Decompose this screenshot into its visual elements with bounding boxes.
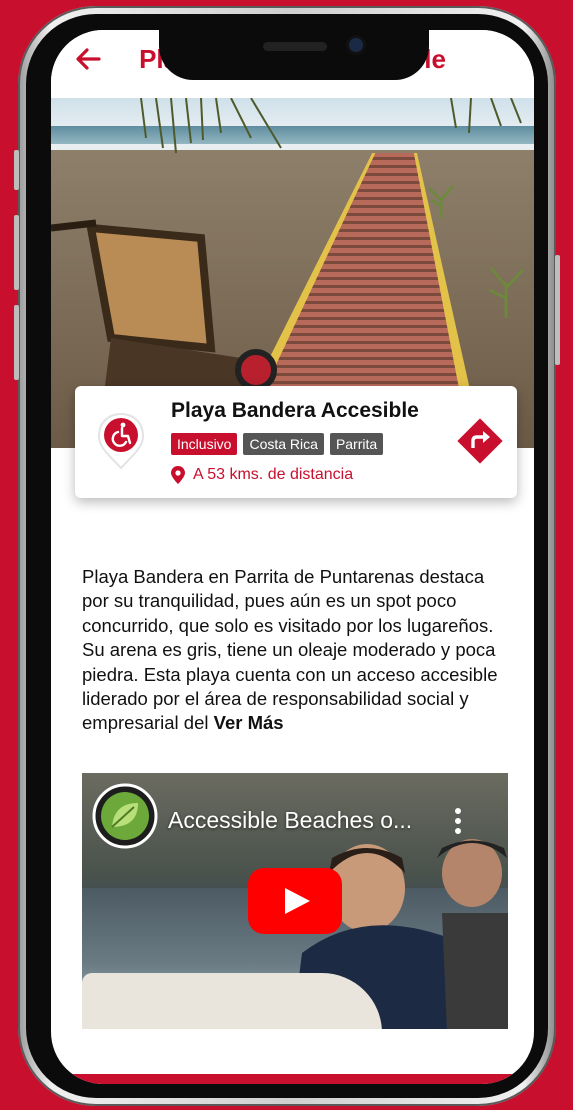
youtube-play-icon[interactable] [248,868,342,934]
place-name: Playa Bandera Accesible [171,399,419,422]
place-info-card: Playa Bandera Accesible Inclusivo Costa … [75,386,517,498]
location-pin-icon [171,466,185,484]
phone-notch [159,30,429,80]
bottom-accent-bar [51,1074,534,1084]
video-thumbnail-board [82,973,382,1029]
front-camera [349,38,363,52]
description-text: Playa Bandera en Parrita de Puntarenas d… [82,566,498,734]
tag-town[interactable]: Parrita [329,433,384,455]
channel-logo-icon[interactable] [92,783,158,849]
palm-leaves [140,98,522,154]
tag-inclusivo[interactable]: Inclusivo [171,433,238,455]
read-more-link[interactable]: Ver Más [214,712,284,733]
power-button [555,255,560,365]
place-description: Playa Bandera en Parrita de Puntarenas d… [82,565,512,736]
tag-country[interactable]: Costa Rica [243,433,324,455]
app-screen: Playa Bandera Accesible Inclusivo Costa … [51,30,534,1084]
volume-up-button [14,215,19,290]
directions-icon[interactable] [455,416,505,466]
video-embed[interactable]: Accessible Beaches o... [82,773,508,1029]
mute-switch [14,150,19,190]
plant-sprout [428,185,454,218]
video-title[interactable]: Accessible Beaches o... [168,807,412,834]
volume-down-button [14,305,19,380]
more-vertical-icon[interactable] [454,807,462,835]
tag-list: Inclusivo Costa Rica Parrita [171,433,384,455]
plant-sprout [488,267,524,318]
speaker-grille [263,42,327,51]
wheelchair-accessible-icon [97,412,145,470]
distance-text: A 53 kms. de distancia [193,466,354,483]
distance-row: A 53 kms. de distancia [171,466,353,484]
